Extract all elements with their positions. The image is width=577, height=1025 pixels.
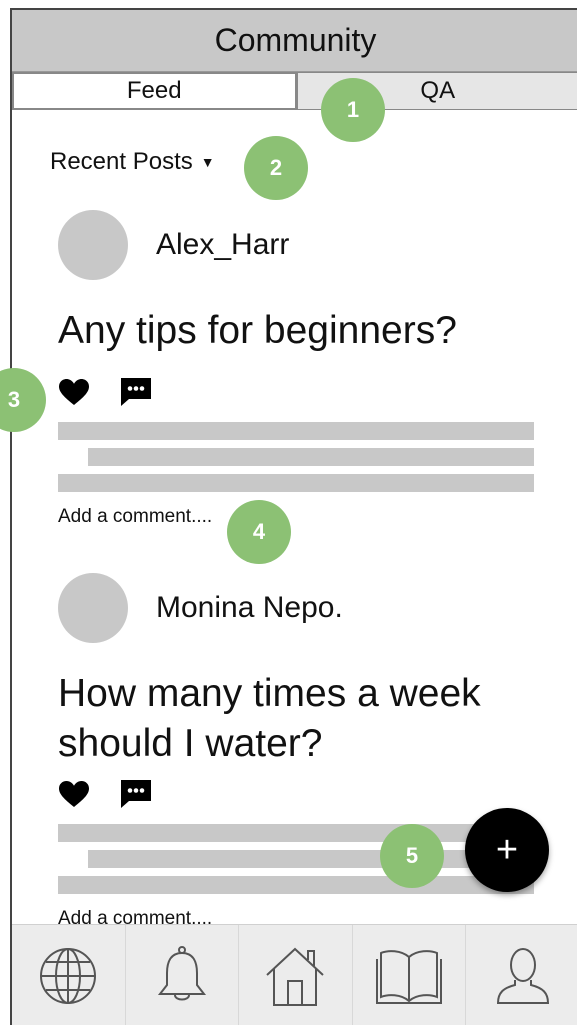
post-author[interactable]: Alex_Harr (156, 228, 289, 262)
home-icon (264, 945, 326, 1007)
user-icon (495, 945, 551, 1007)
sort-dropdown[interactable]: Recent Posts ▼ (50, 148, 215, 176)
annotation-badge: 5 (380, 824, 444, 888)
annotation-badge: 1 (321, 78, 385, 142)
bottom-nav (12, 924, 577, 1025)
text-placeholder-line (58, 824, 534, 842)
post-question: Any tips for beginners? (58, 306, 538, 356)
page-title: Community (215, 22, 377, 59)
avatar[interactable] (58, 210, 128, 280)
plus-icon: + (496, 829, 518, 872)
sort-label: Recent Posts (50, 148, 193, 176)
nav-item-profile[interactable] (466, 925, 577, 1025)
caret-down-icon: ▼ (201, 154, 215, 170)
globe-icon (38, 946, 98, 1006)
nav-item-explore[interactable] (12, 925, 126, 1025)
comment-icon[interactable] (120, 377, 152, 407)
comment-input[interactable]: Add a comment.... (58, 506, 212, 528)
nav-item-guide[interactable] (353, 925, 467, 1025)
avatar[interactable] (58, 573, 128, 643)
book-icon (376, 947, 442, 1005)
nav-item-home[interactable] (239, 925, 353, 1025)
heart-icon[interactable] (58, 378, 90, 406)
text-placeholder-line (58, 876, 534, 894)
tab-feed[interactable]: Feed (12, 72, 297, 110)
app-header: Community (12, 10, 577, 72)
text-placeholder-line (88, 448, 534, 466)
post-question: How many times a week should I water? (58, 669, 538, 769)
add-post-button[interactable]: + (465, 808, 549, 892)
post-actions (58, 779, 152, 809)
annotation-badge: 4 (227, 500, 291, 564)
text-placeholder-line (58, 474, 534, 492)
annotation-badge: 2 (244, 136, 308, 200)
text-placeholder-line (58, 422, 534, 440)
nav-item-notifications[interactable] (126, 925, 240, 1025)
post-author[interactable]: Monina Nepo. (156, 591, 343, 625)
tab-bar: Feed QA (12, 72, 577, 110)
heart-icon[interactable] (58, 780, 90, 808)
comment-icon[interactable] (120, 779, 152, 809)
post-actions (58, 377, 152, 407)
bell-icon (157, 945, 207, 1007)
